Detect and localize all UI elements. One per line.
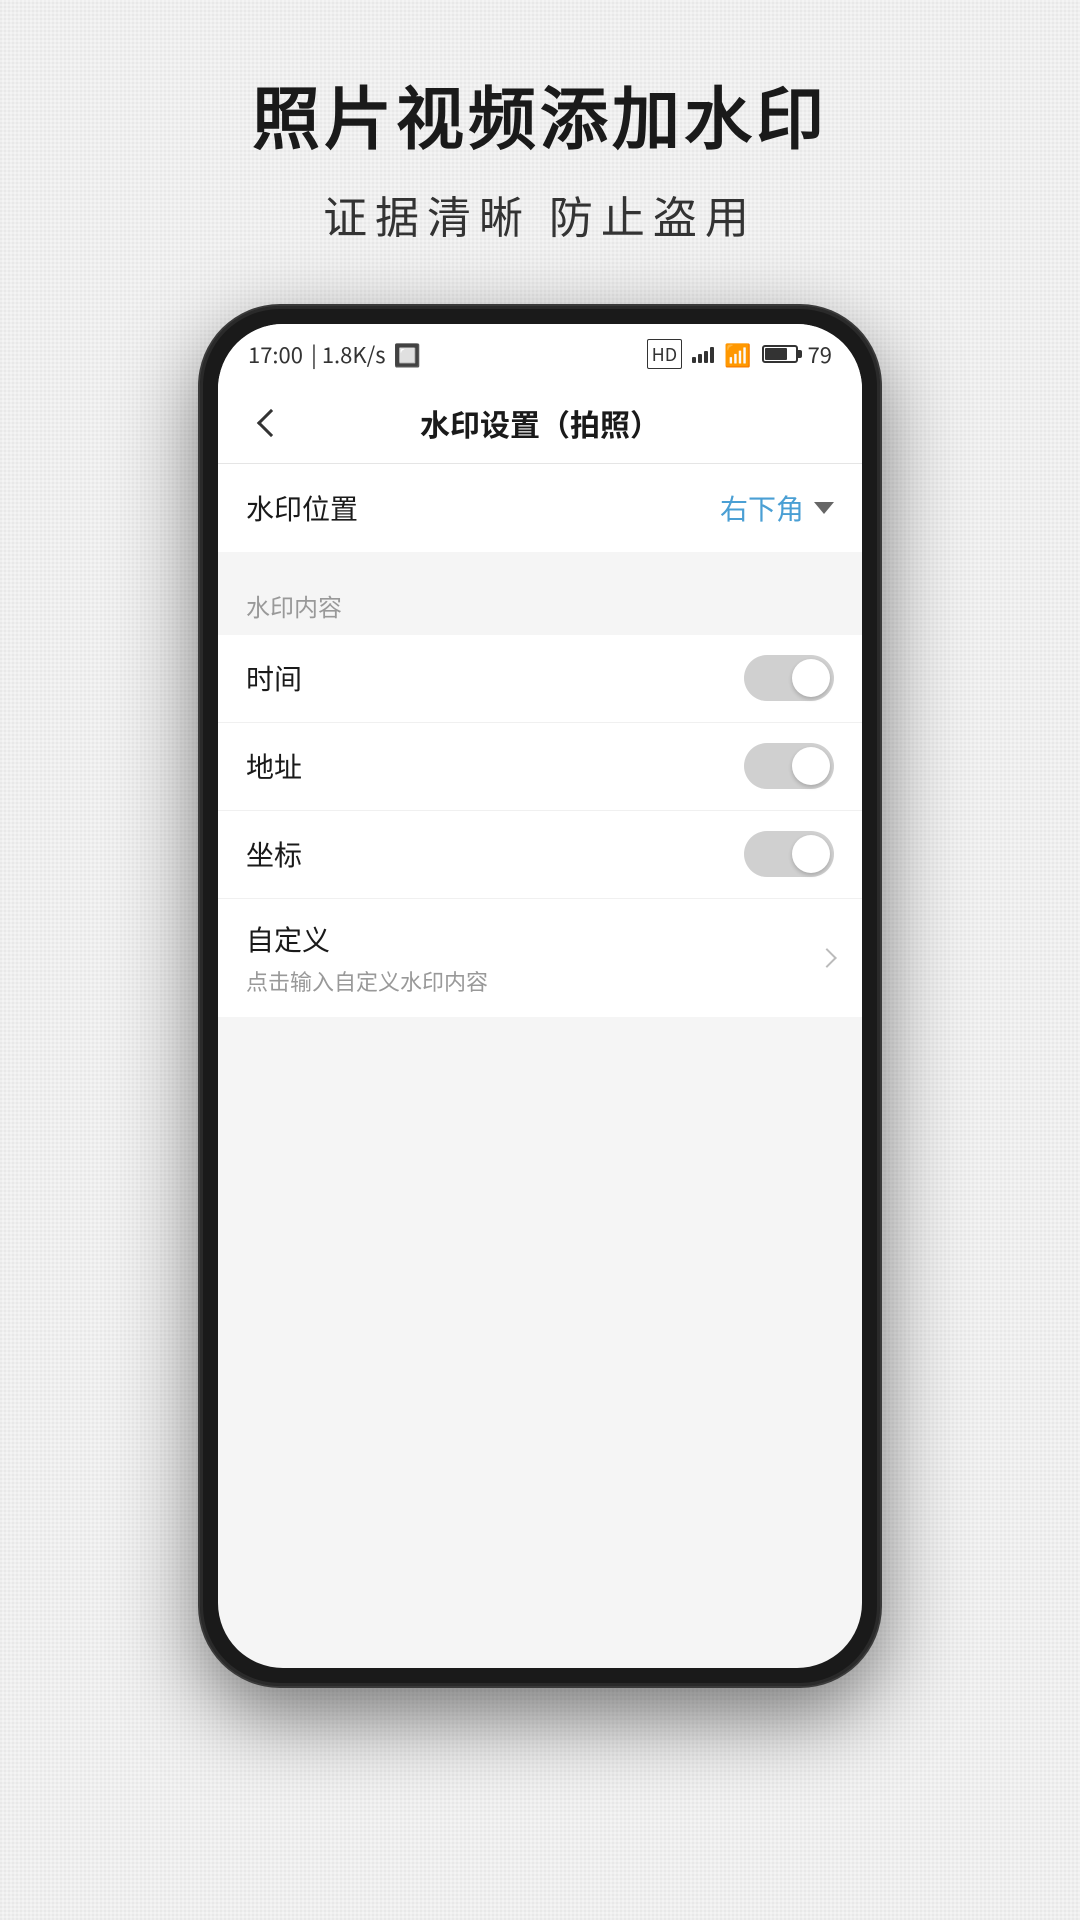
section-header-text: 水印内容 bbox=[246, 588, 342, 623]
battery-icon bbox=[762, 345, 798, 363]
watermark-position-label: 水印位置 bbox=[246, 488, 358, 528]
coordinate-row: 坐标 bbox=[218, 811, 862, 899]
status-left: 17:00 | 1.8K/s 🔲 bbox=[248, 338, 421, 370]
battery-level: 79 bbox=[808, 338, 832, 370]
app-bar: 水印设置（拍照） bbox=[218, 384, 862, 464]
page-subtitle: 证据清晰 防止盗用 bbox=[252, 182, 828, 246]
watermark-content-header: 水印内容 bbox=[218, 568, 862, 635]
time-toggle[interactable] bbox=[744, 655, 834, 701]
hd-badge: HD bbox=[647, 339, 683, 369]
phone-inner: 17:00 | 1.8K/s 🔲 HD 📶 bbox=[218, 324, 862, 1668]
watermark-position-row[interactable]: 水印位置 右下角 bbox=[218, 464, 862, 552]
toggle-thumb bbox=[792, 747, 830, 785]
address-toggle[interactable] bbox=[744, 743, 834, 789]
wifi-icon: 📶 bbox=[724, 338, 751, 370]
address-row: 地址 bbox=[218, 723, 862, 811]
status-right: HD 📶 79 bbox=[647, 338, 832, 370]
watermark-position-value[interactable]: 右下角 bbox=[720, 488, 834, 528]
custom-text-block: 自定义 点击输入自定义水印内容 bbox=[246, 919, 488, 997]
phone-mockup: 17:00 | 1.8K/s 🔲 HD 📶 bbox=[200, 306, 880, 1686]
custom-row-inner: 自定义 点击输入自定义水印内容 bbox=[246, 919, 834, 997]
page-title: 照片视频添加水印 bbox=[252, 80, 828, 162]
custom-hint: 点击输入自定义水印内容 bbox=[246, 965, 488, 997]
time-label: 时间 bbox=[246, 658, 302, 698]
watermark-position-text: 右下角 bbox=[720, 488, 804, 528]
address-label: 地址 bbox=[246, 746, 302, 786]
time-display: 17:00 bbox=[248, 338, 303, 370]
dropdown-arrow-icon bbox=[814, 502, 834, 514]
phone-outer: 17:00 | 1.8K/s 🔲 HD 📶 bbox=[200, 306, 880, 1686]
signal-icon bbox=[692, 345, 714, 363]
time-row: 时间 bbox=[218, 635, 862, 723]
toggle-thumb bbox=[792, 659, 830, 697]
page-header: 照片视频添加水印 证据清晰 防止盗用 bbox=[252, 80, 828, 246]
notification-icon: 🔲 bbox=[394, 338, 421, 370]
settings-content: 水印位置 右下角 水印内容 时间 bbox=[218, 464, 862, 1017]
back-button[interactable] bbox=[242, 398, 292, 448]
time-section: 时间 地址 坐标 bbox=[218, 635, 862, 1017]
custom-row[interactable]: 自定义 点击输入自定义水印内容 bbox=[218, 899, 862, 1017]
speed-display: | 1.8K/s bbox=[311, 338, 386, 370]
toggle-thumb bbox=[792, 835, 830, 873]
back-arrow-icon bbox=[257, 409, 285, 437]
coordinate-toggle[interactable] bbox=[744, 831, 834, 877]
coordinate-label: 坐标 bbox=[246, 834, 302, 874]
status-bar: 17:00 | 1.8K/s 🔲 HD 📶 bbox=[218, 324, 862, 384]
custom-title: 自定义 bbox=[246, 919, 488, 959]
app-bar-title: 水印设置（拍照） bbox=[292, 401, 788, 445]
chevron-right-icon bbox=[817, 948, 837, 968]
watermark-position-section: 水印位置 右下角 bbox=[218, 464, 862, 552]
